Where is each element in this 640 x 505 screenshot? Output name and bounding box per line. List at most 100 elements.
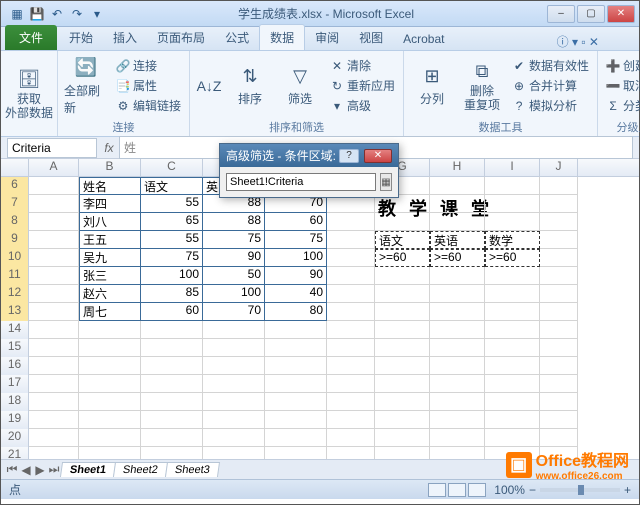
cell[interactable] (327, 393, 375, 411)
cell[interactable] (485, 411, 540, 429)
cell[interactable] (29, 447, 79, 459)
cell[interactable]: 100 (141, 267, 203, 285)
sheet-tab[interactable]: Sheet2 (113, 462, 168, 477)
cell[interactable]: >=60 (485, 249, 540, 267)
filter-button[interactable]: ▽ 筛选 (278, 53, 322, 118)
cell[interactable]: 80 (265, 303, 327, 321)
undo-icon[interactable]: ↶ (49, 6, 65, 22)
connections-button[interactable]: 🔗连接 (114, 56, 183, 75)
row-header[interactable]: 18 (1, 393, 29, 411)
cell[interactable]: 英语 (430, 231, 485, 249)
file-tab[interactable]: 文件 (5, 25, 57, 50)
cell[interactable] (327, 429, 375, 447)
cell[interactable] (29, 303, 79, 321)
cell[interactable] (265, 393, 327, 411)
cell[interactable] (29, 429, 79, 447)
cell[interactable] (430, 447, 485, 459)
cell[interactable] (375, 213, 430, 231)
cell[interactable] (29, 231, 79, 249)
cell[interactable]: 70 (203, 303, 265, 321)
zoom-level[interactable]: 100% (494, 483, 525, 497)
cell[interactable] (540, 339, 578, 357)
cell[interactable]: 赵六 (79, 285, 141, 303)
cell[interactable] (265, 411, 327, 429)
col-header[interactable]: C (141, 159, 203, 176)
range-picker-icon[interactable]: ▦ (380, 173, 392, 191)
tab-review[interactable]: 审阅 (305, 25, 349, 50)
qat-dropdown-icon[interactable]: ▾ (89, 6, 105, 22)
cell[interactable] (265, 357, 327, 375)
cell[interactable] (141, 375, 203, 393)
cell[interactable] (540, 357, 578, 375)
cell[interactable]: 40 (265, 285, 327, 303)
cell[interactable] (141, 393, 203, 411)
cell[interactable] (79, 393, 141, 411)
cell[interactable] (203, 429, 265, 447)
cell[interactable] (485, 267, 540, 285)
sheet-nav-prev-icon[interactable]: ◀ (19, 463, 33, 477)
spreadsheet-grid[interactable]: A B C D E F G H I J 6姓名语文英数7李四558870教 学 … (1, 159, 639, 459)
cell[interactable] (485, 393, 540, 411)
cell[interactable]: 60 (141, 303, 203, 321)
cell[interactable] (430, 339, 485, 357)
row-header[interactable]: 20 (1, 429, 29, 447)
row-header[interactable]: 9 (1, 231, 29, 249)
page-break-view-button[interactable] (468, 483, 486, 497)
cell[interactable] (327, 411, 375, 429)
cell[interactable] (29, 393, 79, 411)
cell[interactable]: 吴九 (79, 249, 141, 267)
cell[interactable] (327, 303, 375, 321)
cell[interactable] (375, 357, 430, 375)
cell[interactable] (485, 285, 540, 303)
cell[interactable] (327, 357, 375, 375)
col-header[interactable]: I (485, 159, 540, 176)
cell[interactable] (430, 429, 485, 447)
remove-duplicates-button[interactable]: ⧉ 删除 重复项 (460, 53, 504, 118)
cell[interactable] (375, 339, 430, 357)
cell[interactable] (430, 213, 485, 231)
cell[interactable]: 88 (203, 213, 265, 231)
row-header[interactable]: 12 (1, 285, 29, 303)
cell[interactable] (265, 339, 327, 357)
text-to-columns-button[interactable]: ⊞ 分列 (410, 53, 454, 118)
cell[interactable] (265, 321, 327, 339)
cell[interactable] (327, 339, 375, 357)
row-header[interactable]: 16 (1, 357, 29, 375)
row-header[interactable]: 13 (1, 303, 29, 321)
tab-data[interactable]: 数据 (259, 24, 305, 50)
cell[interactable] (375, 303, 430, 321)
sheet-tab[interactable]: Sheet3 (165, 462, 220, 477)
cell[interactable] (203, 357, 265, 375)
cell[interactable] (485, 339, 540, 357)
cell[interactable] (540, 267, 578, 285)
cell[interactable] (485, 429, 540, 447)
tab-acrobat[interactable]: Acrobat (393, 28, 454, 50)
cell[interactable] (327, 375, 375, 393)
cell[interactable] (430, 357, 485, 375)
cell[interactable]: 55 (141, 231, 203, 249)
cell[interactable] (141, 357, 203, 375)
cell[interactable] (485, 321, 540, 339)
cell[interactable] (540, 393, 578, 411)
cell[interactable] (540, 195, 578, 213)
cell[interactable]: >=60 (375, 249, 430, 267)
cell[interactable] (485, 213, 540, 231)
row-header[interactable]: 15 (1, 339, 29, 357)
cell[interactable] (485, 195, 540, 213)
cell[interactable] (141, 321, 203, 339)
cell[interactable] (141, 411, 203, 429)
cell[interactable] (430, 177, 485, 195)
cell[interactable] (430, 285, 485, 303)
row-header[interactable]: 14 (1, 321, 29, 339)
fx-label[interactable]: fx (99, 141, 119, 155)
cell[interactable] (203, 375, 265, 393)
cell[interactable]: 周七 (79, 303, 141, 321)
subtotal-button[interactable]: Σ分类汇总 (604, 96, 640, 115)
criteria-range-input[interactable] (226, 173, 376, 191)
row-header[interactable]: 6 (1, 177, 29, 195)
cell[interactable] (540, 231, 578, 249)
cell[interactable] (540, 411, 578, 429)
select-all-corner[interactable] (1, 159, 29, 176)
cell[interactable] (540, 177, 578, 195)
cell[interactable] (327, 321, 375, 339)
